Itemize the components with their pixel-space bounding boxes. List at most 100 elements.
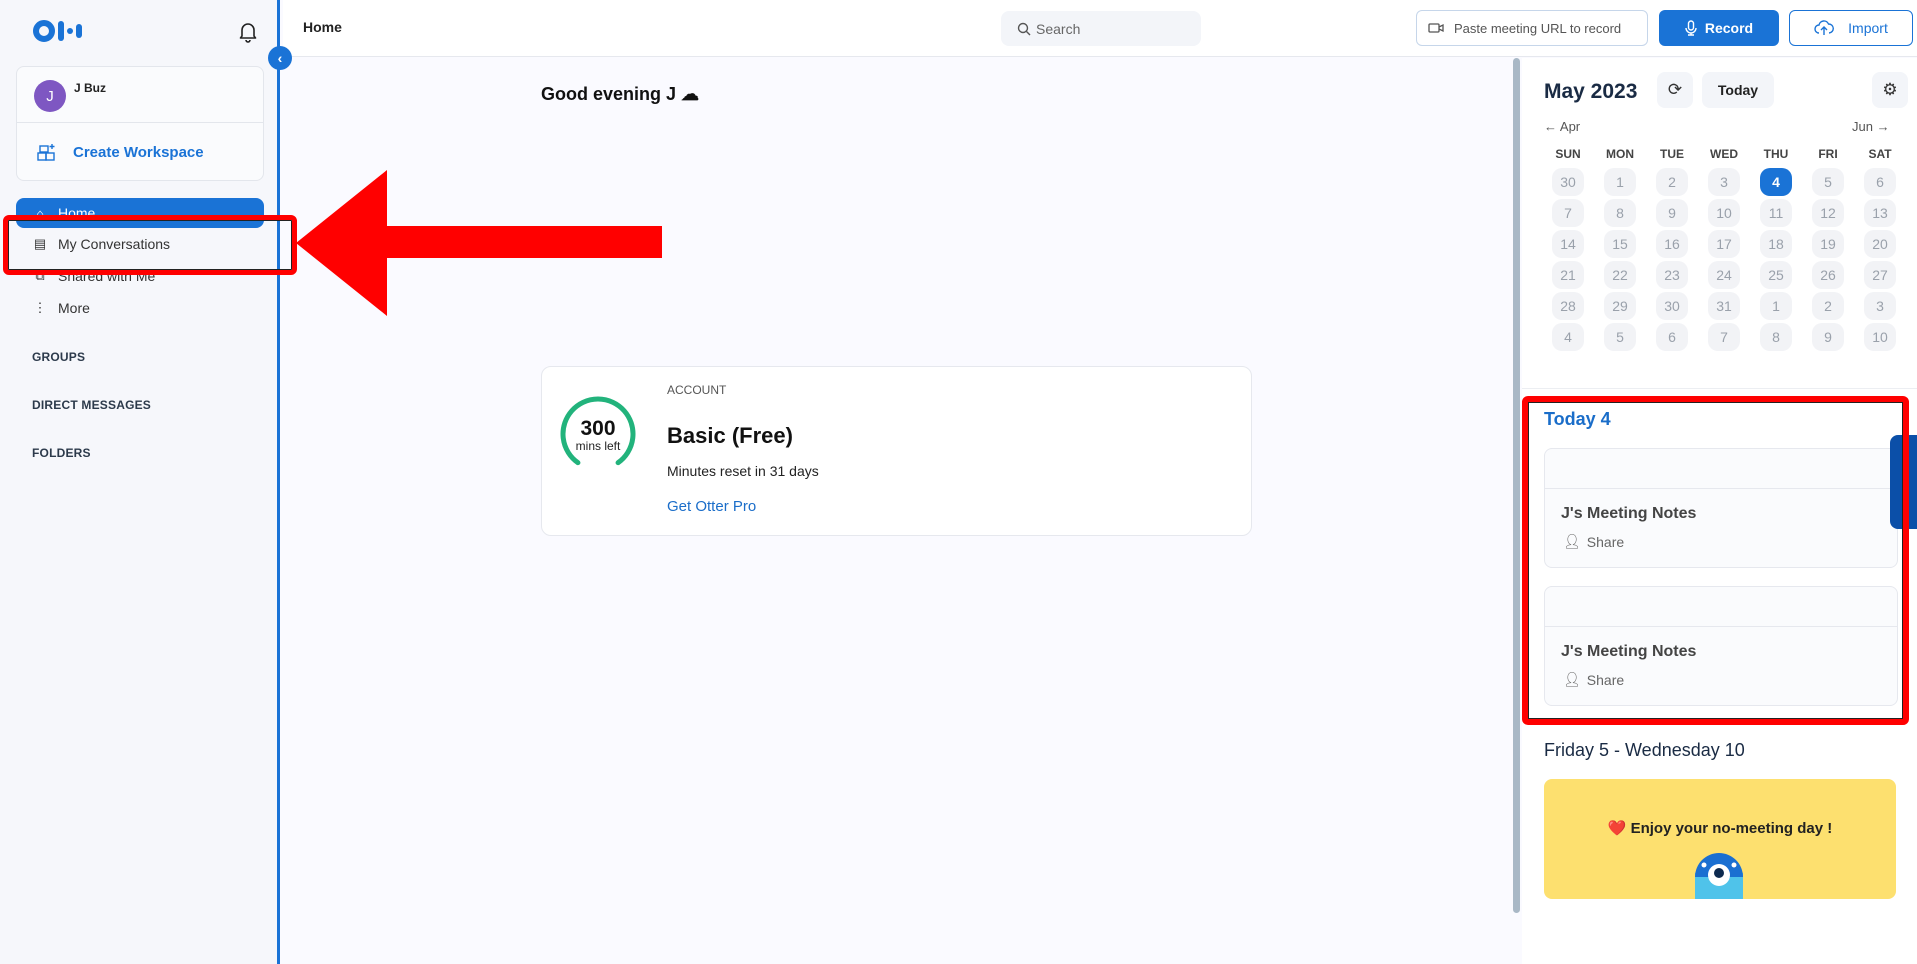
calendar-grid: SUN MON TUE WED THU FRI SAT 30 1 2 3 4 5 6 7 8 9 10 11 12 13… [1542,142,1907,352]
topbar: Home Search Paste meeting URL to record … [283,0,1917,57]
calendar-day-number: 22 [1604,260,1636,289]
prev-month-button[interactable]: ← Apr [1544,119,1580,134]
calendar-day[interactable]: 18 [1750,228,1802,259]
refresh-icon: ⟳ [1667,80,1683,99]
calendar-day-number: 30 [1656,291,1688,320]
paste-url-placeholder: Paste meeting URL to record [1454,20,1622,36]
calendar-day[interactable]: 17 [1698,228,1750,259]
calendar-day-number: 4 [1760,167,1792,196]
calendar-day-today[interactable]: 4 [1750,166,1802,197]
calendar-day[interactable]: 10 [1698,197,1750,228]
calendar-day[interactable]: 31 [1698,290,1750,321]
reset-text: Minutes reset in 31 days [667,463,819,479]
account-name: J Buz [74,81,107,95]
more-vertical-icon: ⋮ [33,300,47,315]
heart-icon: ❤️ [1607,820,1627,837]
calendar-day[interactable]: 14 [1542,228,1594,259]
calendar-day-number: 12 [1812,198,1844,227]
calendar-day[interactable]: 3 [1698,166,1750,197]
plan-name: Basic (Free) [667,423,793,448]
paste-meeting-url-input[interactable]: Paste meeting URL to record [1416,10,1648,46]
search-input[interactable]: Search [1001,11,1201,46]
get-otter-pro-link[interactable]: Get Otter Pro [667,498,756,515]
minutes-left-label: mins left [575,439,621,453]
calendar-day[interactable]: 1 [1750,290,1802,321]
calendar-day[interactable]: 9 [1646,197,1698,228]
notification-bell-icon[interactable] [238,21,258,43]
calendar-day-number: 31 [1708,291,1740,320]
calendar-day-number: 13 [1864,198,1896,227]
calendar-day-number: 1 [1604,167,1636,196]
record-button[interactable]: Record [1659,10,1779,46]
today-button[interactable]: Today [1702,72,1774,108]
calendar-day[interactable]: 3 [1854,290,1906,321]
weekday-label: SUN [1555,147,1581,161]
calendar-day[interactable]: 22 [1594,259,1646,290]
calendar-day-number: 11 [1760,198,1792,227]
calendar-settings-button[interactable]: ⚙ [1872,72,1908,108]
avatar: J [34,80,66,112]
calendar-day[interactable]: 21 [1542,259,1594,290]
calendar-day[interactable]: 19 [1802,228,1854,259]
calendar-day-number: 27 [1864,260,1896,289]
collapse-sidebar-button[interactable]: ‹ [268,46,292,70]
main-scrollbar[interactable] [1513,58,1520,913]
calendar-day[interactable]: 26 [1802,259,1854,290]
account-switcher[interactable]: J J Buz [17,67,263,123]
refresh-button[interactable]: ⟳ [1657,72,1693,108]
search-icon [1017,22,1031,35]
calendar-day[interactable]: 23 [1646,259,1698,290]
calendar-day[interactable]: 6 [1646,321,1698,352]
calendar-day[interactable]: 24 [1698,259,1750,290]
otter-logo[interactable] [33,20,82,42]
calendar-day-number: 14 [1552,229,1584,258]
create-workspace-button[interactable]: Create Workspace [17,123,263,181]
calendar-day[interactable]: 28 [1542,290,1594,321]
weekday-label: FRI [1818,147,1838,161]
calendar-day[interactable]: 15 [1594,228,1646,259]
calendar-day[interactable]: 10 [1854,321,1906,352]
calendar-day[interactable]: 2 [1646,166,1698,197]
calendar-day-number: 26 [1812,260,1844,289]
import-button[interactable]: Import [1789,10,1913,46]
calendar-day[interactable]: 25 [1750,259,1802,290]
next-month-button[interactable]: Jun → [1852,119,1890,134]
calendar-day[interactable]: 30 [1542,166,1594,197]
section-groups[interactable]: GROUPS [32,350,85,364]
create-workspace-label: Create Workspace [73,143,204,161]
weekday-label: MON [1606,147,1634,161]
sidebar-item-label: More [58,300,90,316]
calendar-day[interactable]: 9 [1802,321,1854,352]
calendar-day[interactable]: 11 [1750,197,1802,228]
divider [1522,388,1917,389]
calendar-day[interactable]: 7 [1698,321,1750,352]
calendar-day[interactable]: 12 [1802,197,1854,228]
calendar-day[interactable]: 6 [1854,166,1906,197]
sidebar-item-more[interactable]: ⋮ More [16,292,264,324]
calendar-day-number: 21 [1552,260,1584,289]
calendar-day[interactable]: 4 [1542,321,1594,352]
calendar-day-number: 2 [1812,291,1844,320]
section-direct-messages[interactable]: DIRECT MESSAGES [32,398,151,412]
create-workspace-icon [37,144,55,161]
calendar-day-number: 4 [1552,322,1584,351]
calendar-day[interactable]: 30 [1646,290,1698,321]
calendar-day-number: 5 [1812,167,1844,196]
calendar-day[interactable]: 16 [1646,228,1698,259]
calendar-day[interactable]: 13 [1854,197,1906,228]
no-meeting-message: Enjoy your no-meeting day ! [1630,820,1833,837]
calendar-day[interactable]: 8 [1750,321,1802,352]
calendar-day[interactable]: 2 [1802,290,1854,321]
calendar-day[interactable]: 5 [1802,166,1854,197]
calendar-day[interactable]: 1 [1594,166,1646,197]
section-folders[interactable]: FOLDERS [32,446,91,460]
calendar-day-number: 23 [1656,260,1688,289]
calendar-day[interactable]: 7 [1542,197,1594,228]
minutes-left-value: 300 [580,417,616,440]
calendar-day[interactable]: 8 [1594,197,1646,228]
calendar-day[interactable]: 29 [1594,290,1646,321]
calendar-day[interactable]: 5 [1594,321,1646,352]
sidebar: J J Buz Create Workspace ⌂ Home ▤ My Con… [0,0,280,964]
calendar-day[interactable]: 27 [1854,259,1906,290]
calendar-day[interactable]: 20 [1854,228,1906,259]
